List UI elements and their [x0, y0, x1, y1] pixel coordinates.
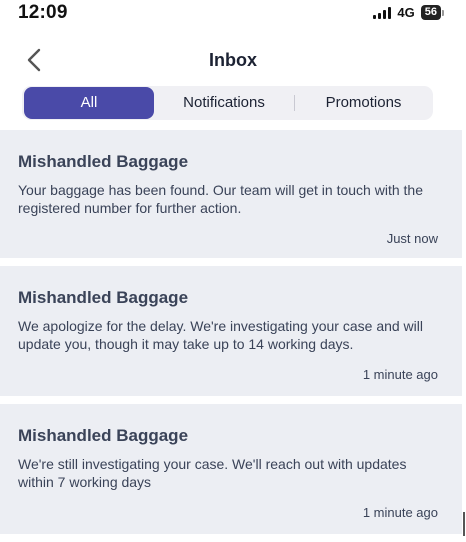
status-bar: 12:09 4G 56 [0, 0, 466, 30]
message-title: Mishandled Baggage [18, 152, 189, 171]
status-indicators: 4G 56 [373, 5, 444, 20]
header: Inbox [0, 44, 466, 80]
message-title: Mishandled Baggage [18, 426, 189, 445]
message-body: We apologize for the delay. We're invest… [18, 318, 424, 352]
message-card[interactable]: Mishandled Baggage We're still investiga… [0, 404, 462, 534]
battery-level: 56 [420, 5, 441, 20]
tab-all[interactable]: All [24, 87, 154, 119]
message-time: 1 minute ago [362, 367, 438, 382]
message-time: Just now [386, 231, 438, 246]
message-list: Mishandled Baggage Your baggage has been… [0, 130, 462, 542]
tab-notifications[interactable]: Notifications [154, 87, 294, 119]
page-title: Inbox [209, 50, 257, 70]
tab-promotions[interactable]: Promotions [295, 87, 432, 119]
message-body: Your baggage has been found. Our team wi… [18, 182, 423, 216]
message-body: We're still investigating your case. We'… [18, 456, 407, 490]
message-title: Mishandled Baggage [18, 288, 189, 307]
message-card[interactable]: Mishandled Baggage We apologize for the … [0, 266, 462, 396]
scrollbar[interactable] [463, 512, 465, 536]
signal-icon [373, 6, 392, 19]
battery-icon: 56 [420, 5, 444, 20]
message-time: 1 minute ago [362, 505, 438, 520]
status-time: 12:09 [18, 2, 68, 23]
network-label: 4G [397, 5, 415, 20]
tab-bar: All Notifications Promotions [22, 86, 433, 120]
message-card[interactable]: Mishandled Baggage Your baggage has been… [0, 130, 462, 258]
